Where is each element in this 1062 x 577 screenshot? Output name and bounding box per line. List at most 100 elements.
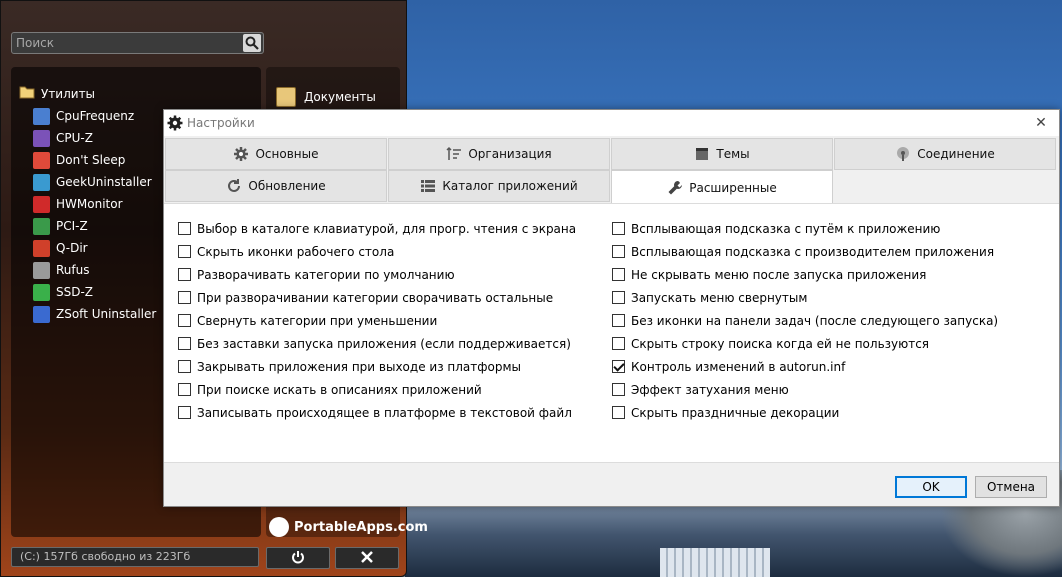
checkbox[interactable] (612, 383, 625, 396)
documents-label: Документы (304, 90, 376, 104)
power-button[interactable] (266, 547, 330, 569)
checkbox[interactable] (178, 337, 191, 350)
option-row[interactable]: Скрыть строку поиска когда ей не пользую… (612, 332, 998, 355)
category-utilities[interactable]: Утилиты (19, 85, 95, 102)
option-row[interactable]: Закрывать приложения при выходе из платф… (178, 355, 576, 378)
checkbox[interactable] (178, 360, 191, 373)
app-item[interactable]: HWMonitor (33, 193, 156, 215)
option-row[interactable]: Скрыть праздничные декорации (612, 401, 998, 424)
option-row[interactable]: При разворачивании категории сворачивать… (178, 286, 576, 309)
app-icon (33, 129, 50, 147)
option-label: Записывать происходящее в платформе в те… (197, 405, 572, 420)
checkbox[interactable] (612, 222, 625, 235)
option-label: Закрывать приложения при выходе из платф… (197, 359, 521, 374)
tab-label: Организация (468, 147, 552, 161)
close-icon[interactable]: ✕ (1033, 115, 1049, 131)
checkbox[interactable] (612, 291, 625, 304)
checkbox[interactable] (178, 245, 191, 258)
checkbox[interactable] (612, 268, 625, 281)
tab-catalog[interactable]: Каталог приложений (388, 170, 610, 202)
tab-gear[interactable]: Основные (165, 138, 387, 170)
option-row[interactable]: Всплывающая подсказка с путём к приложен… (612, 217, 998, 240)
disk-status: (C:) 157Гб свободно из 223Гб (11, 547, 259, 567)
option-label: Разворачивать категории по умолчанию (197, 267, 455, 282)
app-item[interactable]: Don't Sleep (33, 149, 156, 171)
app-label: SSD-Z (56, 285, 94, 299)
tab-wrench[interactable]: Расширенные (611, 170, 833, 204)
checkbox[interactable] (612, 314, 625, 327)
checkbox[interactable] (178, 383, 191, 396)
option-label: Без иконки на панели задач (после следую… (631, 313, 999, 328)
tab-label: Расширенные (689, 180, 777, 195)
option-row[interactable]: При поиске искать в описаниях приложений (178, 378, 576, 401)
option-label: При поиске искать в описаниях приложений (197, 382, 482, 397)
title-bar[interactable]: Настройки ✕ (164, 110, 1059, 136)
portableapps-logo[interactable]: PortableApps.com (269, 517, 428, 537)
app-item[interactable]: ZSoft Uninstaller (33, 303, 156, 325)
option-label: Всплывающая подсказка с производителем п… (631, 244, 995, 259)
checkbox[interactable] (178, 222, 191, 235)
option-row[interactable]: Выбор в каталоге клавиатурой, для прогр.… (178, 217, 576, 240)
refresh-icon (226, 178, 242, 194)
ok-button[interactable]: OK (895, 476, 967, 498)
tab-refresh[interactable]: Обновление (165, 170, 387, 202)
search-input[interactable] (12, 33, 237, 53)
app-icon (33, 107, 50, 125)
folder-icon (19, 85, 35, 102)
app-item[interactable]: PCI-Z (33, 215, 156, 237)
app-label: CpuFrequenz (56, 109, 135, 123)
option-row[interactable]: Всплывающая подсказка с производителем п… (612, 240, 998, 263)
app-icon (33, 195, 50, 213)
portableapps-logo-icon (269, 517, 289, 537)
tab-label: Обновление (248, 179, 326, 193)
app-item[interactable]: CPU-Z (33, 127, 156, 149)
theme-icon (694, 146, 710, 162)
option-label: Без заставки запуска приложения (если по… (197, 336, 571, 351)
option-row[interactable]: Без заставки запуска приложения (если по… (178, 332, 576, 355)
left-options-column: Выбор в каталоге клавиатурой, для прогр.… (178, 217, 576, 424)
option-row[interactable]: Свернуть категории при уменьшении (178, 309, 576, 332)
option-label: Запускать меню свернутым (631, 290, 808, 305)
app-item[interactable]: SSD-Z (33, 281, 156, 303)
checkbox[interactable] (178, 291, 191, 304)
app-label: GeekUninstaller (56, 175, 152, 189)
app-icon (33, 151, 50, 169)
option-row[interactable]: Эффект затухания меню (612, 378, 998, 401)
tab-label: Соединение (917, 147, 995, 161)
app-item[interactable]: Q-Dir (33, 237, 156, 259)
tab-antenna[interactable]: Соединение (834, 138, 1056, 170)
tab-sort[interactable]: Организация (388, 138, 610, 170)
app-item[interactable]: GeekUninstaller (33, 171, 156, 193)
checkbox-checked[interactable] (612, 360, 625, 373)
option-row[interactable]: Запускать меню свернутым (612, 286, 998, 309)
exit-button[interactable] (335, 547, 399, 569)
checkbox[interactable] (178, 314, 191, 327)
search-icon[interactable] (243, 34, 261, 52)
documents-link[interactable]: Документы (276, 87, 376, 107)
option-row[interactable]: Разворачивать категории по умолчанию (178, 263, 576, 286)
app-label: HWMonitor (56, 197, 123, 211)
tab-label: Каталог приложений (442, 179, 578, 193)
option-row[interactable]: Записывать происходящее в платформе в те… (178, 401, 576, 424)
option-row[interactable]: Контроль изменений в autorun.inf (612, 355, 998, 378)
tab-theme[interactable]: Темы (611, 138, 833, 170)
app-item[interactable]: Rufus (33, 259, 156, 281)
option-label: Скрыть строку поиска когда ей не пользую… (631, 336, 930, 351)
wrench-icon (667, 180, 683, 196)
search-box (11, 32, 264, 54)
checkbox[interactable] (612, 406, 625, 419)
option-row[interactable]: Скрыть иконки рабочего стола (178, 240, 576, 263)
cancel-button[interactable]: Отмена (975, 476, 1047, 498)
antenna-icon (895, 146, 911, 162)
option-row[interactable]: Без иконки на панели задач (после следую… (612, 309, 998, 332)
checkbox[interactable] (178, 406, 191, 419)
app-item[interactable]: CpuFrequenz (33, 105, 156, 127)
gear-icon (233, 146, 249, 162)
app-label: ZSoft Uninstaller (56, 307, 157, 321)
checkbox[interactable] (178, 268, 191, 281)
catalog-icon (420, 178, 436, 194)
checkbox[interactable] (612, 245, 625, 258)
option-label: Эффект затухания меню (631, 382, 789, 397)
option-row[interactable]: Не скрывать меню после запуска приложени… (612, 263, 998, 286)
checkbox[interactable] (612, 337, 625, 350)
